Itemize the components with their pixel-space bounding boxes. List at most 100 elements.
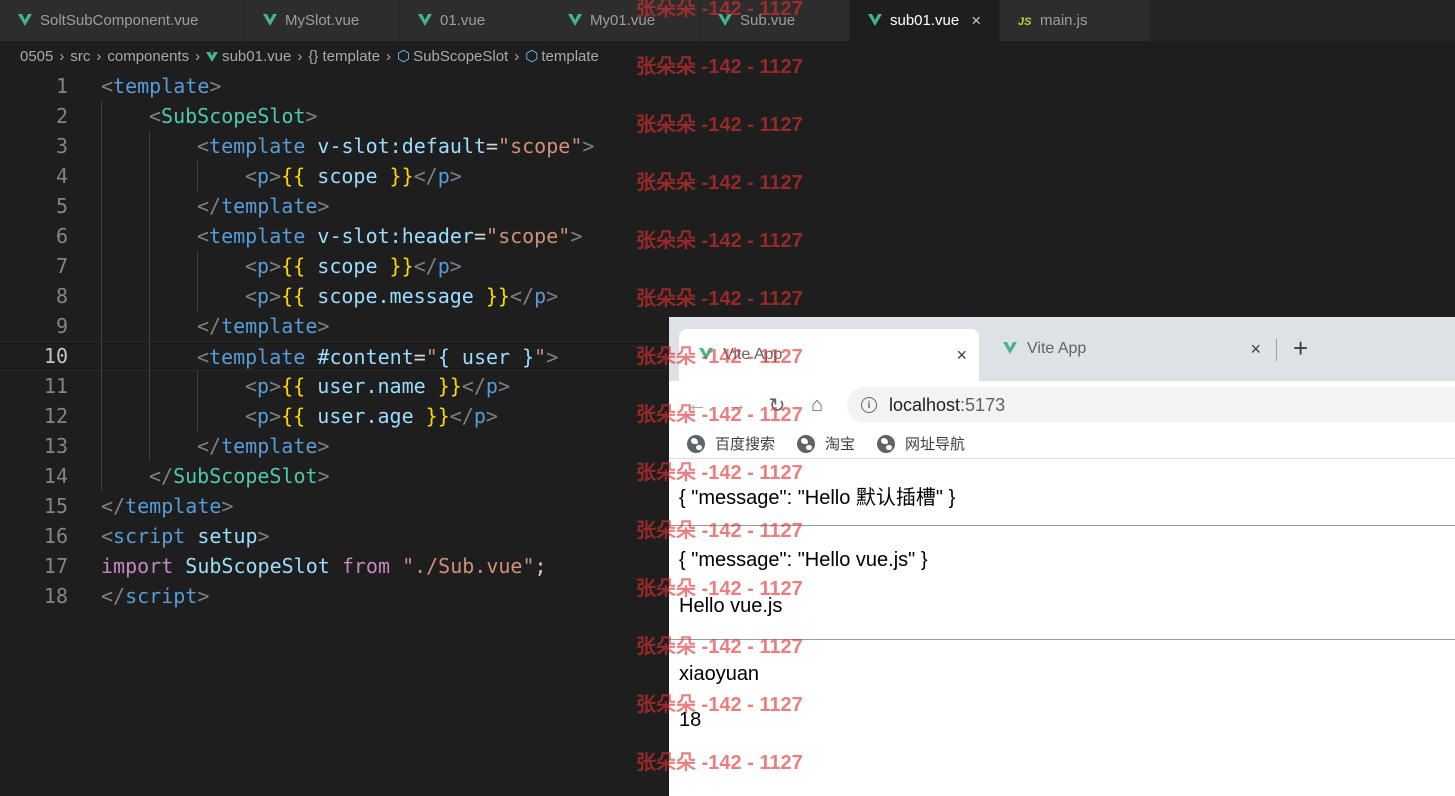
code-line[interactable]: 3 < template v-slot:default = " scope " > (0, 131, 1455, 161)
back-arrow-icon[interactable]: ← (677, 394, 717, 417)
code-token: {{ (281, 164, 306, 188)
indent-guide (101, 342, 102, 372)
line-number: 6 (55, 224, 68, 248)
indent-guide (197, 161, 198, 191)
code-line[interactable]: 6 < template v-slot:header = " scope " > (0, 221, 1455, 251)
indent-guide (101, 431, 102, 461)
code-line[interactable]: 5 </template > (0, 191, 1455, 221)
code-token: template (221, 194, 318, 218)
line-number: 7 (55, 254, 68, 278)
code-token: < (149, 104, 162, 128)
vue-favicon-icon (1003, 340, 1017, 358)
code-line[interactable]: 8 < p >{{ scope.message }} </p > (0, 281, 1455, 311)
tab-myslot[interactable]: MySlot.vue (245, 0, 400, 41)
new-tab-icon[interactable]: + (1293, 335, 1308, 361)
code-token: import (101, 554, 174, 578)
tab-sub01[interactable]: sub01.vue × (850, 0, 1000, 41)
code-line[interactable]: 4 < p >{{ scope }} </p > (0, 161, 1455, 191)
breadcrumb-item[interactable]: 0505 (20, 48, 53, 65)
home-icon[interactable]: ⌂ (797, 394, 837, 417)
code-token: </ (149, 464, 174, 488)
browser-tab[interactable]: Vite App × (983, 329, 1273, 369)
code-token: > (582, 134, 595, 158)
code-token: > (485, 404, 498, 428)
browser-tab-active[interactable]: Vite App × (679, 329, 979, 381)
code-token: {{ (281, 284, 306, 308)
close-icon[interactable]: × (1250, 339, 1261, 360)
forward-arrow-icon[interactable]: → (717, 394, 757, 417)
code-line[interactable]: 2 < SubScopeSlot > (0, 101, 1455, 131)
address-bar[interactable]: i localhost:5173 (847, 387, 1455, 423)
vue-file-icon (263, 12, 283, 29)
vue-file-icon (418, 12, 438, 29)
code-token: " (534, 345, 547, 369)
breadcrumb-item[interactable]: template (541, 48, 599, 65)
code-text: </template > (101, 491, 233, 521)
code-token: < (245, 254, 258, 278)
tab-my01[interactable]: My01.vue (550, 0, 700, 41)
code-token: " (498, 134, 511, 158)
globe-icon (797, 434, 816, 453)
breadcrumb-item[interactable]: src (70, 48, 90, 65)
tab-divider (1276, 339, 1277, 361)
code-token: > (269, 404, 282, 428)
bookmark-item[interactable]: 淘宝 (797, 433, 855, 454)
code-token: " (425, 345, 438, 369)
code-token: </ (461, 374, 486, 398)
code-token: </ (509, 284, 535, 308)
code-text: < p >{{ scope }} </p > (245, 251, 462, 281)
tab-01[interactable]: 01.vue (400, 0, 550, 41)
close-icon[interactable]: × (956, 345, 967, 366)
code-token: > (317, 314, 330, 338)
code-token: v-slot:default (317, 134, 486, 158)
code-text: </template > (197, 191, 329, 221)
tab-label: Sub.vue (740, 12, 796, 29)
bookmark-item[interactable]: 网址导航 (877, 433, 965, 454)
breadcrumb-item[interactable]: components (107, 48, 189, 65)
site-info-icon[interactable]: i (861, 397, 877, 413)
code-token: "./Sub.vue" (402, 554, 535, 578)
code-token: > (546, 284, 559, 308)
breadcrumb-item[interactable]: sub01.vue (222, 48, 291, 65)
code-token: p (257, 374, 270, 398)
breadcrumb-item[interactable]: SubScopeSlot (413, 48, 508, 65)
code-text: < template v-slot:default = " scope " > (197, 131, 594, 161)
code-token: < (197, 224, 210, 248)
tab-label: MySlot.vue (285, 12, 360, 29)
close-icon[interactable]: × (971, 11, 989, 31)
tab-sub[interactable]: Sub.vue (700, 0, 850, 41)
code-token: " (486, 224, 499, 248)
tab-label: SoltSubComponent.vue (40, 12, 199, 29)
code-token: }} (437, 374, 462, 398)
code-token: template (209, 224, 306, 248)
code-text: import SubScopeSlot from "./Sub.vue"; (101, 551, 547, 581)
code-token: < (245, 284, 258, 308)
code-token: > (570, 224, 583, 248)
breadcrumb-item[interactable]: {} template (308, 48, 380, 65)
code-text: < p >{{ scope.message }} </p > (245, 281, 558, 311)
indent-guide (149, 311, 150, 341)
line-number: 16 (43, 524, 68, 548)
tab-main-js[interactable]: JS main.js (1000, 0, 1150, 41)
code-line[interactable]: 7 < p >{{ scope }} </p > (0, 251, 1455, 281)
code-line[interactable]: 1 < template > (0, 71, 1455, 101)
code-token: = (473, 224, 487, 248)
indent-guide (101, 221, 102, 251)
header-slot-scope-output: { "message": "Hello vue.js" } (679, 549, 928, 571)
tab-soltsubcomponent[interactable]: SoltSubComponent.vue (0, 0, 245, 41)
code-token: > (269, 164, 282, 188)
reload-icon[interactable]: ↻ (757, 393, 797, 418)
code-token: < (245, 374, 258, 398)
code-token: }} (389, 164, 414, 188)
line-number: 1 (55, 74, 68, 98)
indent-guide (149, 161, 150, 191)
code-token: {{ (281, 254, 306, 278)
code-token: scope (510, 134, 571, 158)
bookmark-item[interactable]: 百度搜索 (687, 433, 775, 454)
indent-guide (101, 191, 102, 221)
code-token: </ (197, 194, 222, 218)
bookmark-label: 百度搜索 (715, 436, 776, 453)
